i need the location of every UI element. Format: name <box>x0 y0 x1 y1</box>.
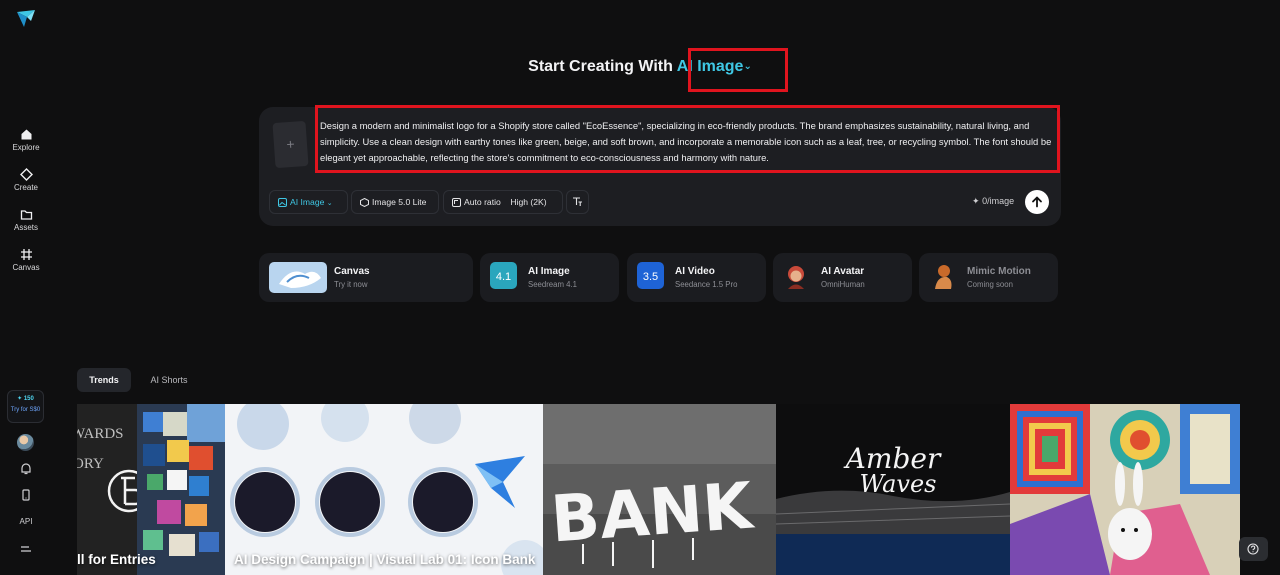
nav-canvas-label: Canvas <box>12 263 40 272</box>
tile-artwork: BANK <box>543 404 776 575</box>
text-format-icon <box>573 197 582 206</box>
ai-video-badge-icon: 3.5 <box>637 262 664 289</box>
feature-card-canvas[interactable]: Canvas Try it now <box>259 253 473 302</box>
credit-cost: ✦ 0/image <box>972 196 1014 207</box>
feature-card-mimic-motion[interactable]: Mimic Motion Coming soon <box>919 253 1058 302</box>
sparkle-icon: ✦ <box>972 196 980 206</box>
avatar-thumbnail <box>788 266 804 289</box>
feature-card-title: Canvas <box>334 266 370 277</box>
feature-card-subtitle: Seedance 1.5 Pro <box>675 280 738 289</box>
credits-points: 150 <box>23 396 34 402</box>
credit-cost-value: 0/image <box>982 196 1015 206</box>
canvas-thumbnail <box>269 262 327 293</box>
feature-card-subtitle: OmniHuman <box>821 280 865 289</box>
tile-art-text: ORY <box>77 456 104 472</box>
model-selector-label: Image 5.0 Lite <box>372 197 427 207</box>
user-avatar[interactable] <box>17 434 34 451</box>
feature-card-title: AI Avatar <box>821 266 865 277</box>
home-icon <box>21 129 31 140</box>
nav-canvas[interactable]: Canvas <box>0 248 52 272</box>
ratio-quality-selector[interactable]: Auto ratio High (2K) <box>443 190 563 214</box>
gallery-tile[interactable] <box>1010 404 1240 575</box>
cube-icon <box>360 197 369 208</box>
feature-card-ai-avatar[interactable]: AI Avatar OmniHuman <box>773 253 912 302</box>
diamond-icon <box>19 168 33 181</box>
aspect-ratio-icon <box>452 198 461 207</box>
model-selector[interactable]: Image 5.0 Lite <box>351 190 439 214</box>
ai-image-badge-icon: 4.1 <box>490 262 517 289</box>
nav-create-label: Create <box>13 183 38 192</box>
credits-promo[interactable]: ✦ 150 Try for S$0 <box>7 390 44 423</box>
question-icon <box>1247 543 1259 555</box>
gallery-tile[interactable]: Amber Waves <box>776 404 1010 575</box>
gallery-tile[interactable]: AI Design Campaign | Visual Lab 01: Icon… <box>225 404 543 575</box>
feature-card-ai-image[interactable]: 4.1 AI Image Seedream 4.1 <box>480 253 619 302</box>
sidebar: Explore Create Assets Canvas ✦ 150 Try f… <box>0 0 52 575</box>
bell-icon[interactable] <box>18 461 34 477</box>
nav-assets[interactable]: Assets <box>0 208 52 232</box>
menu-icon[interactable] <box>18 541 34 557</box>
arrow-up-icon <box>1032 196 1042 208</box>
highlight-box-prompt <box>315 105 1060 173</box>
nav-explore[interactable]: Explore <box>0 128 52 152</box>
highlight-box-mode <box>688 48 788 92</box>
tile-artwork: WARDS ORY <box>77 404 225 575</box>
api-link[interactable]: API <box>0 517 52 526</box>
feature-card-title: Mimic Motion <box>967 266 1031 277</box>
try-promo-label: Try for S$0 <box>10 407 41 413</box>
app-logo-icon[interactable] <box>15 9 37 29</box>
tab-trends[interactable]: Trends <box>77 368 131 392</box>
feature-card-subtitle: Seedream 4.1 <box>528 280 577 289</box>
canvas-icon <box>20 249 32 260</box>
mobile-icon[interactable] <box>18 487 34 503</box>
tile-title: AI Design Campaign | Visual Lab 01: Icon… <box>234 552 536 567</box>
feature-card-title: AI Video <box>675 266 715 277</box>
mode-dropdown-label: AI Image <box>290 197 325 207</box>
nav-create[interactable]: Create <box>0 168 52 192</box>
image-icon <box>278 198 287 207</box>
feature-card-subtitle: Try it now <box>334 280 368 289</box>
tile-artwork <box>225 404 543 575</box>
ai-video-badge-text: 3.5 <box>643 271 658 283</box>
folder-icon <box>20 210 32 220</box>
mimic-thumbnail <box>935 265 952 289</box>
feature-card-subtitle: Coming soon <box>967 280 1013 289</box>
gallery-tile[interactable]: WARDS ORY ll for Entries <box>77 404 225 575</box>
ratio-label: Auto ratio <box>464 197 501 207</box>
feature-card-ai-video[interactable]: 3.5 AI Video Seedance 1.5 Pro <box>627 253 766 302</box>
mode-dropdown[interactable]: AI Image ⌄ <box>269 190 348 214</box>
gallery-tile[interactable]: BANK <box>543 404 776 575</box>
nav-explore-label: Explore <box>12 143 40 152</box>
tile-title: ll for Entries <box>77 552 156 567</box>
feature-card-title: AI Image <box>528 266 570 277</box>
page-heading: Start Creating With AI Image⌄ <box>0 58 1280 76</box>
upload-reference-button[interactable]: + <box>272 120 309 169</box>
nav-assets-label: Assets <box>13 223 38 232</box>
ai-image-badge-text: 4.1 <box>496 271 511 283</box>
quality-label: High (2K) <box>510 197 547 207</box>
tab-ai-shorts[interactable]: AI Shorts <box>138 368 200 392</box>
tile-art-text: WARDS <box>77 426 124 442</box>
mode-chevron-icon: ⌄ <box>326 200 333 207</box>
tile-art-text: Waves <box>860 470 937 498</box>
help-button[interactable] <box>1239 537 1268 561</box>
text-format-button[interactable] <box>566 190 589 214</box>
tile-artwork: Amber Waves <box>776 404 1010 575</box>
generate-button[interactable] <box>1025 190 1049 214</box>
sparkle-icon: ✦ <box>17 396 23 402</box>
tile-artwork <box>1010 404 1240 575</box>
heading-prefix: Start Creating With <box>528 58 673 75</box>
